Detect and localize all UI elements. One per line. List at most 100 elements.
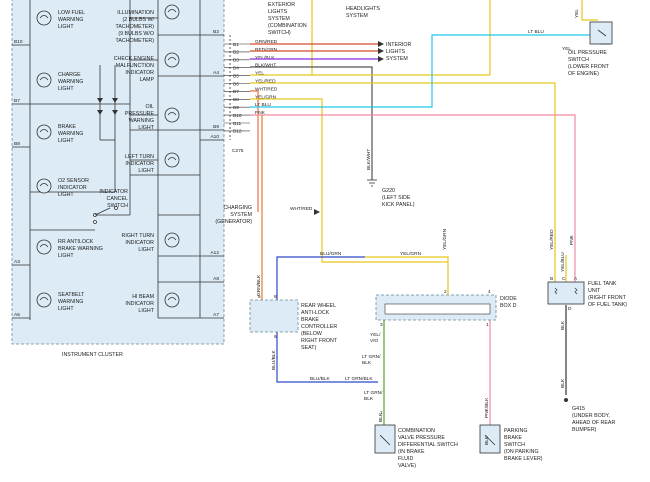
label-hi-beam-1: HI BEAM [132, 294, 154, 300]
label-right-turn-1: RIGHT TURN [122, 233, 155, 239]
connector-wire-b2: RED/GRN [255, 47, 278, 53]
label-left-turn-1: LEFT TURN [125, 154, 154, 160]
label-seatbelt-2: WARNING [58, 299, 83, 305]
pn-rwal-left: 5 [258, 294, 261, 300]
label-cancel-switch-2: CANCEL [107, 196, 129, 202]
label-check-engine-2: MALFUNCTION [116, 63, 154, 69]
connector-pin-b7: B7 [233, 89, 239, 95]
interior-lights-1: INTERIOR [386, 42, 411, 48]
pn-cv-top: 1 [380, 410, 383, 416]
connector-pin-b4: B4 [233, 66, 239, 72]
label-illum-5: TACHOMETER) [116, 38, 155, 44]
label-cancel-switch-1: INDICATOR [99, 189, 128, 195]
label-left-turn-2: INDICATOR [125, 161, 154, 167]
pn-fuel-a: A [574, 276, 578, 282]
connector-wire-b5: YEL [255, 71, 264, 77]
label-o2-2: INDICATOR [58, 185, 87, 191]
pn-rwal-bottom: 6 [274, 334, 277, 340]
combination-valve-switch [374, 424, 396, 454]
pb-3: SWITCH [504, 442, 525, 448]
pin-b8: B8 [14, 141, 20, 147]
pin-a8: A8 [213, 276, 219, 282]
connector-pin-b2: B2 [233, 50, 239, 56]
pb-1: PARKING [504, 428, 527, 434]
wl-pnk: PNK [569, 234, 575, 245]
diode-box-2: BOX D [500, 303, 517, 309]
label-left-turn-3: LIGHT [138, 168, 154, 174]
cv-3: DIFFERENTIAL SWITCH [398, 442, 458, 448]
pin-b9: B9 [213, 124, 219, 130]
wl-blu-grn: BLU/GRN [320, 251, 342, 257]
label-brake-2: WARNING [58, 131, 83, 137]
label-cancel-switch-3: SWITCH [107, 203, 128, 209]
rwal-7: SEAT) [301, 345, 316, 351]
rwal-5: (BELOW [301, 331, 322, 337]
label-right-turn-2: INDICATOR [125, 240, 154, 246]
exterior-lights-5: SWITCH) [268, 30, 291, 36]
wire-yel-grn [250, 98, 448, 263]
rwal-3: BRAKE [301, 317, 319, 323]
label-illum-3: TACHOMETER) [116, 24, 155, 30]
exterior-lights-3: SYSTEM [268, 16, 290, 22]
pn-diode-bl: 3 [380, 322, 383, 328]
wl-yel-top: YEL [574, 9, 580, 18]
oil-switch-2: SWITCH [568, 57, 589, 63]
connector-pin-b5: B5 [233, 73, 239, 79]
label-seatbelt-3: LIGHT [58, 306, 74, 312]
wl-wht-red: WHT/RED [290, 206, 313, 212]
label-oil-3: WARNING [129, 118, 154, 124]
headlights-2: SYSTEM [346, 13, 368, 19]
parking-brake-switch [479, 424, 501, 454]
pin-b10: B10 [14, 39, 23, 45]
pin-a12: A12 [210, 250, 219, 256]
label-illum-2: (2 BULBS W/ [123, 17, 155, 23]
connector-pin-b1: B1 [233, 42, 239, 48]
label-check-engine-4: LAMP [140, 77, 155, 83]
cv-2: VALVE PRESSURE [398, 435, 445, 441]
label-brake-3: LIGHT [58, 138, 74, 144]
label-oil-4: LIGHT [138, 125, 154, 131]
connector-pin-b10: B10 [233, 113, 242, 119]
wl-lt-grn-blk-b-1: LT GRN/ [364, 390, 383, 396]
headlights-1: HEADLIGHTS [346, 6, 380, 12]
bulb-brake [36, 124, 52, 140]
connector-pin-b8: B8 [233, 97, 239, 103]
diode-box [375, 294, 497, 321]
bulb-seatbelt [36, 292, 52, 308]
wire-yel-oil [581, 0, 598, 21]
fuel-tank-1: FUEL TANK [588, 281, 617, 287]
bulb-charge [36, 72, 52, 88]
oil-switch-1: OIL PRESSURE [568, 50, 607, 56]
connector-c275: C275 B1GRN/REDB2RED/GRNB3YEL/BLKB4BLK/WH… [224, 35, 278, 154]
pn-rwal-right: 8 [274, 294, 277, 300]
wire-lt-blu [250, 34, 590, 108]
g415-ground-icon [564, 398, 568, 402]
pin-a5: A5 [14, 312, 20, 318]
connector-pin-b6: B6 [233, 81, 239, 87]
bulb-oil-pressure [164, 107, 180, 123]
wl-yel-vio-1: YEL/ [370, 332, 381, 338]
wl-blu-blk-h: BLU/BLK [310, 376, 331, 382]
pin-b2: B2 [213, 29, 219, 35]
pn-fuel-b: B [550, 276, 553, 282]
cv-5: FLUID [398, 456, 413, 462]
pin-a10: A10 [210, 134, 219, 140]
bulb-left-turn [164, 152, 180, 168]
wl-blk-fuel: BLK [560, 320, 566, 330]
g415-3: AHEAD OF REAR [572, 420, 615, 426]
connector-pin-b12: B12 [233, 129, 242, 135]
wl-lt-grn-blk-a-2: BLK [362, 360, 372, 366]
wl-lt-grn-blk-b-2: BLK [364, 396, 374, 402]
label-charge-3: LIGHT [58, 86, 74, 92]
connector-wire-b4: BLK/WHT [255, 63, 276, 69]
label-illum-1: ILLUMINATION [117, 10, 154, 16]
pin-a7: A7 [213, 312, 219, 318]
label-oil-1: OIL [145, 104, 154, 110]
pin-a4: A4 [213, 70, 219, 76]
wires [250, 0, 598, 425]
pn-fuel-c: C [562, 276, 566, 282]
label-low-fuel-3: LIGHT [58, 24, 74, 30]
wl-blu-blk-vert: BLU/BLK [271, 349, 277, 370]
oil-switch-4: OF ENGINE) [568, 71, 599, 77]
wire-blu-grn [276, 256, 365, 300]
